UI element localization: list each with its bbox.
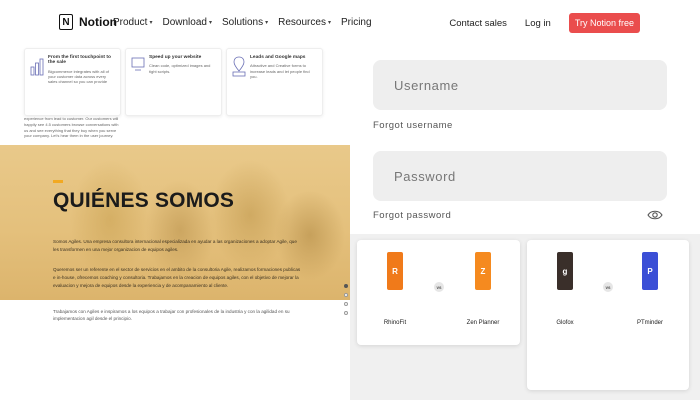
tool-name: Glofox — [556, 320, 574, 326]
hero-title: QUIÉNES SOMOS — [53, 189, 235, 212]
feature-continued-text: experience from lead to customer. Our cu… — [24, 116, 119, 139]
nav-menu: Product ▾ Download ▾ Solutions ▾ Resources ▾… — [113, 17, 372, 28]
glofox-logo: g — [557, 252, 573, 290]
chevron-down-icon: ▾ — [149, 20, 153, 26]
tool-right: Z Zen Planner — [464, 252, 502, 326]
hero-paragraph: Queremos ser un referente en el sector d… — [53, 267, 301, 288]
carousel-dot[interactable] — [344, 302, 348, 306]
chevron-down-icon: ▾ — [327, 20, 331, 26]
forgot-username-link[interactable]: Forgot username — [373, 120, 453, 131]
hero-accent-bar — [53, 180, 63, 183]
feature-title: Speed up your website — [149, 55, 202, 60]
hero-paragraph: Somos Agiles. Una empresa consultora int… — [53, 239, 297, 252]
feature-card[interactable]: Speed up your website Clean code, optimiz… — [125, 48, 222, 116]
tool-name: RhinoFit — [383, 320, 407, 326]
nav-item-resources[interactable]: Resources ▾ — [278, 17, 331, 28]
feature-card[interactable]: From the first touchpoint to the sale Big… — [24, 48, 121, 116]
tool-name: Zen Planner — [466, 320, 500, 326]
chevron-down-icon: ▾ — [265, 20, 269, 26]
about-paragraph: Trabajamos con Agiles e inspiramos a los… — [53, 309, 290, 322]
comparison-section: R RhinoFit vs Z Zen Planner g Glofox vs … — [350, 234, 700, 400]
login-link[interactable]: Log in — [525, 18, 551, 29]
feature-body: Clean code, optimized images and tight s… — [149, 63, 211, 74]
hero-banner: QUIÉNES SOMOS Somos Agiles. Una empresa … — [0, 145, 350, 300]
tool-name: PTminder — [636, 320, 663, 326]
comparison-card[interactable]: g Glofox vs P PTminder — [527, 240, 689, 390]
feature-body: Bigcommerce integrates with all of your … — [48, 68, 109, 85]
notion-logo-mark: N — [59, 14, 73, 30]
feature-title: Leads and Google maps — [250, 55, 306, 60]
comparison-card[interactable]: R RhinoFit vs Z Zen Planner — [357, 240, 520, 345]
ptminder-logo: P — [642, 252, 658, 290]
eye-icon[interactable] — [647, 209, 663, 221]
nav-label: Resources — [278, 17, 326, 28]
right-panel: Username Forgot username Password Forgot… — [350, 46, 700, 400]
feature-body: Attractive and Creative forms to increas… — [250, 63, 310, 80]
nav-item-download[interactable]: Download ▾ — [162, 17, 212, 28]
chevron-down-icon: ▾ — [208, 20, 212, 26]
zen-planner-logo: Z — [475, 252, 491, 290]
chart-icon — [30, 58, 44, 76]
carousel-dots — [344, 284, 348, 315]
rhinofit-logo: R — [387, 252, 403, 290]
top-navbar: N Notion Product ▾ Download ▾ Solutions ▾ R… — [0, 0, 700, 46]
vs-badge: vs — [434, 282, 444, 292]
feature-cards: From the first touchpoint to the sale Big… — [24, 48, 323, 116]
carousel-dot[interactable] — [344, 311, 348, 315]
forgot-password-link[interactable]: Forgot password — [373, 210, 451, 221]
map-pin-icon — [232, 56, 246, 77]
try-notion-button[interactable]: Try Notion free — [568, 13, 640, 33]
carousel-dot[interactable] — [344, 293, 348, 297]
nav-item-product[interactable]: Product ▾ — [113, 17, 152, 28]
nav-label: Solutions — [221, 17, 264, 28]
speed-icon — [131, 57, 145, 71]
carousel-dot[interactable] — [344, 284, 348, 288]
nav-item-pricing[interactable]: Pricing — [341, 17, 372, 28]
nav-label: Download — [162, 17, 207, 28]
left-panel: From the first touchpoint to the sale Big… — [0, 46, 350, 400]
username-input[interactable]: Username — [373, 60, 667, 110]
notion-logo[interactable]: N Notion — [59, 14, 117, 30]
logo-text: Notion — [79, 15, 117, 29]
feature-card[interactable]: Leads and Google maps Attractive and Crea… — [226, 48, 323, 116]
nav-label: Product — [113, 17, 148, 28]
tool-left: R RhinoFit — [376, 252, 414, 326]
tool-left: g Glofox — [546, 252, 584, 326]
nav-actions: Contact sales Log in Try Notion free — [449, 13, 640, 33]
vs-badge: vs — [603, 282, 613, 292]
nav-label: Pricing — [340, 17, 372, 28]
tool-right: P PTminder — [631, 252, 669, 326]
contact-sales-link[interactable]: Contact sales — [449, 18, 507, 29]
feature-title: From the first touchpoint to the sale — [48, 55, 111, 66]
password-input[interactable]: Password — [373, 151, 667, 201]
nav-item-solutions[interactable]: Solutions ▾ — [222, 17, 268, 28]
